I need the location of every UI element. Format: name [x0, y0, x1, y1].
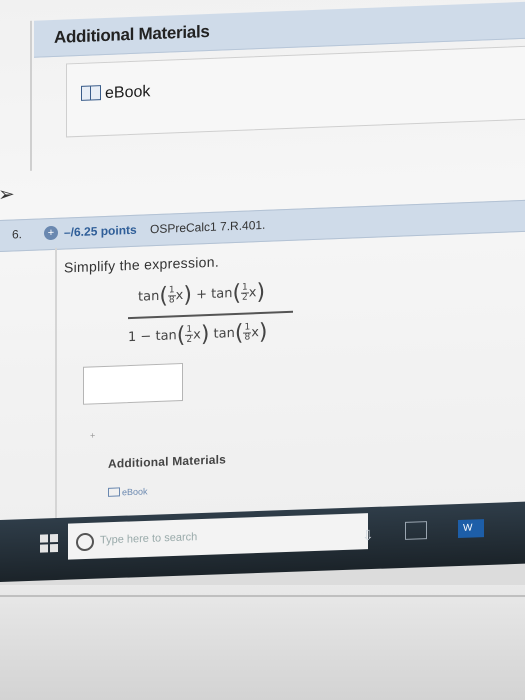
tan-function: tan	[138, 288, 160, 305]
task-view-icon[interactable]	[405, 521, 427, 540]
ebook-link[interactable]: eBook	[81, 83, 150, 104]
question-source: OSPreCalc1 7.R.401.	[150, 217, 266, 237]
answer-input[interactable]	[83, 362, 183, 405]
tan-function: tan	[211, 286, 233, 302]
question-left-border	[55, 247, 57, 548]
fraction-bar	[128, 310, 293, 319]
question-number: 6.	[12, 227, 23, 242]
tan-function: tan	[213, 325, 235, 342]
math-expression: tan(1 8 x) + tan(1 2 x) 1 − tan(1 2 x) tan(1 8 x…	[128, 279, 298, 358]
word-app-icon[interactable]: W	[458, 519, 484, 539]
tan-function: tan	[155, 328, 177, 345]
additional-materials-panel: Additional Materials eBook	[30, 1, 525, 171]
ebook-link-2[interactable]: eBook	[108, 486, 148, 498]
download-icon[interactable]: ⇩	[362, 527, 374, 544]
fraction: 12	[241, 282, 249, 303]
book-icon	[81, 85, 101, 101]
fraction: 18	[167, 285, 176, 306]
ebook-label: eBook	[105, 83, 151, 102]
fraction: 12	[185, 324, 194, 345]
expand-plus-icon[interactable]: +	[44, 225, 58, 241]
question-points: –/6.25 points	[64, 222, 137, 240]
windows-start-icon[interactable]	[40, 533, 58, 553]
bezel-edge	[0, 595, 525, 597]
expression-denominator: 1 − tan(1 2 x) tan(1 8 x)	[128, 319, 268, 349]
ebook-container: eBook	[66, 45, 525, 138]
ebook-label-2: eBook	[122, 486, 148, 498]
search-placeholder: Type here to search	[100, 531, 198, 547]
minus-operator: −	[140, 329, 152, 345]
browser-content: Additional Materials eBook ➢ 6. + –/6.25…	[0, 0, 525, 548]
cortana-circle-icon	[76, 532, 94, 552]
additional-materials-heading: Additional Materials	[54, 21, 210, 47]
laptop-bezel	[0, 585, 525, 700]
separator-mark: +	[90, 430, 96, 441]
additional-materials-heading-2: Additional Materials	[108, 452, 227, 471]
expression-numerator: tan(1 8 x) + tan(1 2 x)	[138, 279, 266, 309]
mouse-cursor-icon: ➢	[0, 183, 15, 207]
taskbar-search-box[interactable]: Type here to search	[68, 513, 368, 560]
question-header: 6. + –/6.25 points OSPreCalc1 7.R.401.	[0, 199, 525, 252]
plus-operator: +	[196, 287, 207, 303]
book-icon	[108, 487, 120, 497]
question-prompt: Simplify the expression.	[64, 253, 220, 276]
